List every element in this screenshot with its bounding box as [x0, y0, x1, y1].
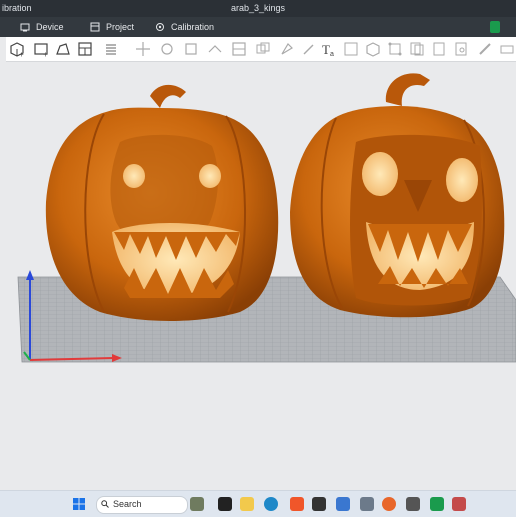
tab-device-label: Device — [36, 22, 64, 32]
svg-text:T: T — [322, 42, 330, 57]
measure-icon[interactable] — [342, 40, 360, 58]
place-face-icon[interactable] — [206, 40, 224, 58]
svg-text:a: a — [330, 51, 334, 58]
save-status-icon[interactable] — [490, 21, 500, 33]
split-icon[interactable] — [386, 40, 404, 58]
device-icon — [20, 23, 30, 32]
list-view-icon[interactable] — [102, 40, 120, 58]
project-icon — [90, 22, 100, 32]
arrange-icon[interactable] — [76, 40, 94, 58]
taskbar-search[interactable]: Search — [96, 496, 188, 514]
axis-z-arrow — [26, 270, 34, 280]
orient-icon[interactable] — [54, 40, 72, 58]
scale-icon[interactable] — [182, 40, 200, 58]
svg-text:+: + — [43, 50, 48, 58]
project-name: arab_3_kings — [230, 3, 286, 13]
boolean-icon[interactable] — [254, 40, 272, 58]
support-paint-icon[interactable] — [278, 40, 296, 58]
text-tool-icon[interactable]: Ta — [320, 40, 338, 58]
app-red-icon[interactable] — [452, 497, 466, 511]
app-f-icon[interactable] — [290, 497, 304, 511]
task-view-icon[interactable] — [218, 497, 232, 511]
pumpkin-model-right[interactable] — [290, 73, 505, 318]
cut-icon[interactable] — [230, 40, 248, 58]
add-plate-icon[interactable]: + — [32, 40, 50, 58]
calculator-icon[interactable] — [360, 497, 374, 511]
tab-calibration-label: Calibration — [171, 22, 215, 32]
rotate-icon[interactable] — [158, 40, 176, 58]
assemble-icon[interactable] — [364, 40, 382, 58]
eraser-icon[interactable] — [498, 40, 516, 58]
main-tab-bar: Device Project Calibration — [0, 17, 516, 37]
object-toolbar: + + Ta — [6, 37, 516, 62]
search-icon — [101, 500, 109, 508]
svg-text:+: + — [19, 50, 24, 58]
tab-calibration[interactable]: Calibration — [155, 17, 214, 37]
tab-project[interactable]: Project — [90, 17, 134, 37]
app-grey-icon[interactable] — [406, 497, 420, 511]
pen-icon[interactable] — [476, 40, 494, 58]
tab-project-label: Project — [106, 22, 135, 32]
seam-paint-icon[interactable] — [300, 40, 318, 58]
app-dark-icon[interactable] — [312, 497, 326, 511]
title-bar: ibration arab_3_kings — [0, 0, 516, 17]
widgets-icon[interactable] — [190, 497, 204, 511]
windows-taskbar: Search — [0, 490, 516, 517]
move-icon[interactable] — [134, 40, 152, 58]
edge-browser-icon[interactable] — [264, 497, 278, 511]
add-cube-icon[interactable]: + — [8, 40, 26, 58]
search-label: Search — [113, 499, 142, 509]
windows-start-icon[interactable] — [72, 497, 86, 511]
clone-icon[interactable] — [408, 40, 426, 58]
tab-device[interactable]: Device — [20, 17, 64, 37]
firefox-icon[interactable] — [382, 497, 396, 511]
3d-viewport[interactable] — [0, 62, 516, 490]
calibration-icon — [156, 23, 164, 31]
app-blue-icon[interactable] — [336, 497, 350, 511]
copy-icon[interactable] — [430, 40, 448, 58]
paste-icon[interactable] — [452, 40, 470, 58]
file-explorer-icon[interactable] — [240, 497, 254, 511]
pumpkin-model-left[interactable] — [45, 84, 279, 322]
bambu-studio-icon[interactable] — [430, 497, 444, 511]
